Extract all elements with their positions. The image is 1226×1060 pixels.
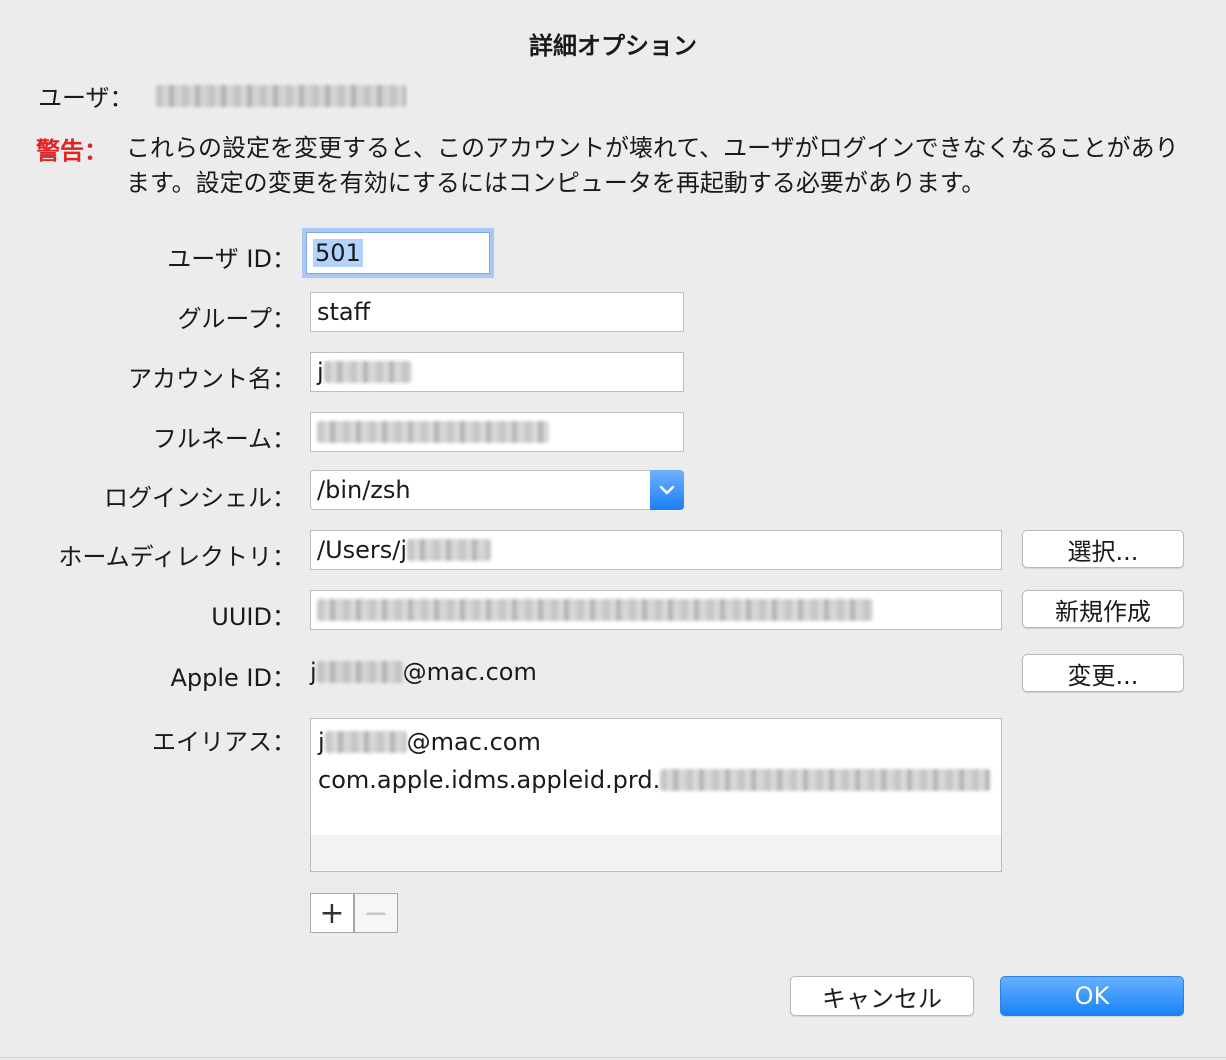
aliases-list[interactable]: j @mac.com com.apple.idms.appleid.prd. (310, 718, 1002, 872)
alias-redacted (660, 769, 991, 791)
list-empty-area (311, 835, 1001, 871)
divider (0, 1057, 1226, 1058)
ok-button[interactable]: OK (1000, 976, 1184, 1016)
uuid-label: UUID： (211, 603, 296, 631)
new-button[interactable]: 新規作成 (1022, 590, 1184, 628)
user-id-label: ユーザ ID： (167, 245, 296, 273)
user-id-field[interactable]: 501 (306, 232, 490, 274)
alias-prefix: j (318, 728, 325, 756)
home-dir-label: ホームディレクトリ： (58, 543, 296, 571)
login-shell-label: ログインシェル： (104, 484, 296, 512)
alias-suffix: @mac.com (406, 728, 541, 756)
alias-prefix: com.apple.idms.appleid.prd. (318, 766, 661, 794)
account-name-value: j (317, 358, 324, 386)
apple-id-value: j @mac.com (310, 658, 537, 686)
aliases-label: エイリアス： (152, 728, 296, 756)
alias-redacted (324, 731, 407, 753)
full-name-label: フルネーム： (152, 425, 296, 453)
chevron-down-icon (650, 470, 684, 510)
cancel-button[interactable]: キャンセル (790, 976, 974, 1016)
user-label: ユーザ： (38, 84, 134, 112)
account-name-field[interactable]: j (310, 352, 684, 392)
account-name-label: アカウント名： (128, 365, 296, 393)
change-button[interactable]: 変更... (1022, 654, 1184, 692)
list-item[interactable]: j @mac.com (311, 723, 1001, 761)
user-row: ユーザ： (38, 78, 406, 113)
group-label: グループ： (177, 305, 296, 333)
remove-alias-button[interactable]: − (354, 893, 398, 933)
account-name-redacted (323, 361, 412, 383)
home-dir-redacted (407, 539, 492, 561)
apple-id-redacted (316, 661, 403, 683)
uuid-field[interactable] (310, 590, 1002, 630)
list-item[interactable]: com.apple.idms.appleid.prd. (311, 761, 1001, 799)
user-name-redacted (155, 84, 406, 107)
home-dir-field[interactable]: /Users/j (310, 530, 1002, 570)
home-dir-value: /Users/j (317, 536, 408, 564)
login-shell-popup[interactable]: /bin/zsh (310, 470, 684, 510)
apple-id-suffix: @mac.com (402, 658, 537, 686)
full-name-redacted (317, 421, 549, 443)
full-name-field[interactable] (310, 412, 684, 452)
warning-text: これらの設定を変更すると、このアカウントが壊れて、ユーザがログインできなくなるこ… (126, 134, 1179, 197)
apple-id-label: Apple ID： (170, 664, 296, 692)
group-field[interactable]: staff (310, 292, 684, 332)
login-shell-value: /bin/zsh (317, 476, 411, 504)
user-id-value: 501 (313, 239, 363, 267)
advanced-options-dialog: 詳細オプション ユーザ： 警告： これらの設定を変更すると、このアカウントが壊れ… (0, 0, 1226, 1060)
add-alias-button[interactable]: + (310, 893, 354, 933)
uuid-redacted (317, 599, 873, 621)
group-value: staff (317, 298, 371, 326)
apple-id-prefix: j (310, 658, 317, 686)
dialog-title: 詳細オプション (529, 32, 697, 60)
warning-label: 警告： (36, 137, 108, 165)
choose-button[interactable]: 選択... (1022, 530, 1184, 568)
